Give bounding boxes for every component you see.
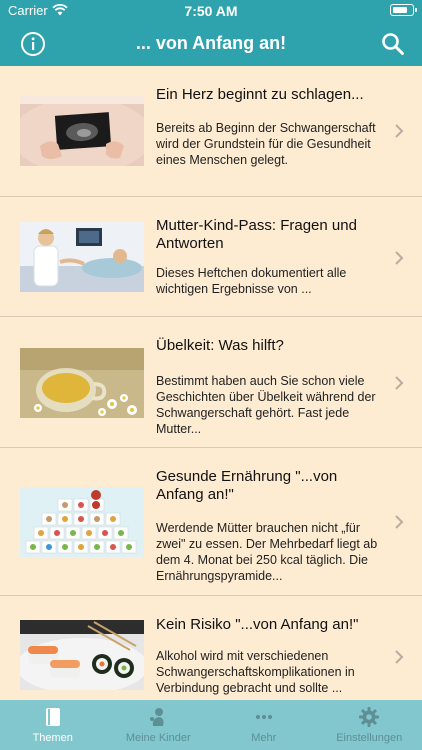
article-text: Gesunde Ernährung "...von Anfang an!" We… (156, 468, 384, 584)
tab-einstellungen[interactable]: Einstellungen (317, 700, 422, 750)
tab-meine-kinder[interactable]: Meine Kinder (106, 700, 212, 750)
article-title: Kein Risiko "...von Anfang an!" (156, 616, 359, 633)
article-thumbnail (20, 348, 144, 418)
article-text: Mutter-Kind-Pass: Fragen und Antworten D… (156, 217, 384, 297)
tab-label: Themen (32, 732, 73, 744)
app-header: Carrier 7:50 AM ... von Anfang an! (0, 0, 422, 66)
battery-icon (390, 4, 417, 16)
chevron-right-icon (392, 251, 406, 265)
page-title: ... von Anfang an! (135, 33, 287, 53)
article-description: Bestimmt haben auch Sie schon viele Gesc… (156, 374, 376, 436)
article-text: Kein Risiko "...von Anfang an!" Alkohol … (156, 616, 384, 696)
tab-themen[interactable]: Themen (0, 700, 106, 750)
book-icon (45, 708, 60, 726)
tab-label: Mehr (251, 732, 277, 744)
article-title: Ein Herz beginnt zu schlagen... (156, 86, 364, 103)
article-title: Übelkeit: Was hilft? (156, 337, 284, 354)
list-item[interactable]: Übelkeit: Was hilft? Bestimmt haben auch… (0, 317, 422, 448)
tab-bar: Themen Meine Kinder Mehr Einstellungen (0, 700, 422, 750)
article-description: Alkohol wird mit verschiedenen Schwanger… (156, 649, 355, 695)
article-thumbnail (20, 620, 144, 690)
baby-icon (150, 708, 164, 726)
article-thumbnail (20, 96, 144, 166)
article-thumbnail (20, 487, 144, 557)
article-thumbnail (20, 222, 144, 292)
gear-icon (359, 707, 380, 727)
chevron-right-icon (392, 515, 406, 529)
tab-label: Meine Kinder (125, 732, 191, 744)
article-title: Gesunde Ernährung "...von Anfang an!" (156, 468, 338, 503)
list-item[interactable]: Mutter-Kind-Pass: Fragen und Antworten D… (0, 197, 422, 317)
tab-mehr[interactable]: Mehr (211, 700, 317, 750)
article-description: Bereits ab Beginn der Schwangerschaft wi… (156, 121, 376, 167)
tab-label: Einstellungen (336, 732, 403, 744)
list-item[interactable]: Kein Risiko "...von Anfang an!" Alkohol … (0, 596, 422, 700)
article-text: Ein Herz beginnt zu schlagen... Bereits … (156, 86, 384, 168)
article-description: Werdende Mütter brauchen nicht „für zwei… (156, 521, 378, 583)
list-item[interactable]: Ein Herz beginnt zu schlagen... Bereits … (0, 66, 422, 197)
navigation-bar: ... von Anfang an! (0, 22, 422, 66)
chevron-right-icon (392, 650, 406, 664)
more-icon (255, 715, 272, 719)
info-icon[interactable] (20, 31, 46, 57)
chevron-right-icon (392, 124, 406, 138)
article-text: Übelkeit: Was hilft? Bestimmt haben auch… (156, 337, 384, 437)
chevron-right-icon (392, 376, 406, 390)
article-list: Ein Herz beginnt zu schlagen... Bereits … (0, 66, 422, 700)
search-icon[interactable] (380, 31, 406, 57)
status-bar: Carrier 7:50 AM (0, 0, 422, 22)
article-title: Mutter-Kind-Pass: Fragen und Antworten (156, 217, 357, 252)
article-description: Dieses Heftchen dokumentiert alle wichti… (156, 266, 347, 296)
list-item[interactable]: Gesunde Ernährung "...von Anfang an!" We… (0, 448, 422, 596)
status-time: 7:50 AM (184, 3, 238, 19)
